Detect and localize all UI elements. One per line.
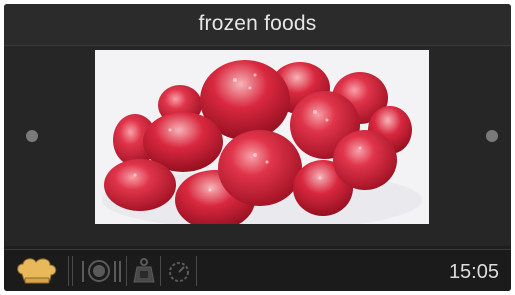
title-bar: frozen foods xyxy=(4,4,511,46)
separator xyxy=(72,256,73,286)
bottom-bar: 15:05 xyxy=(4,249,511,291)
page-title: frozen foods xyxy=(198,12,317,35)
content-area xyxy=(4,46,511,246)
next-button[interactable] xyxy=(486,130,498,142)
separator xyxy=(126,256,127,286)
clock-time: 15:05 xyxy=(448,261,499,283)
plate-cutlery-icon[interactable] xyxy=(80,258,124,284)
chef-hat-icon[interactable] xyxy=(14,256,60,286)
oven-display: frozen foods 15:05 xyxy=(4,4,511,291)
timer-icon[interactable] xyxy=(166,258,192,284)
food-image xyxy=(95,50,429,224)
separator xyxy=(68,256,69,286)
separator xyxy=(196,256,197,286)
separator xyxy=(160,256,161,286)
previous-button[interactable] xyxy=(26,130,38,142)
weight-icon[interactable] xyxy=(132,258,156,284)
